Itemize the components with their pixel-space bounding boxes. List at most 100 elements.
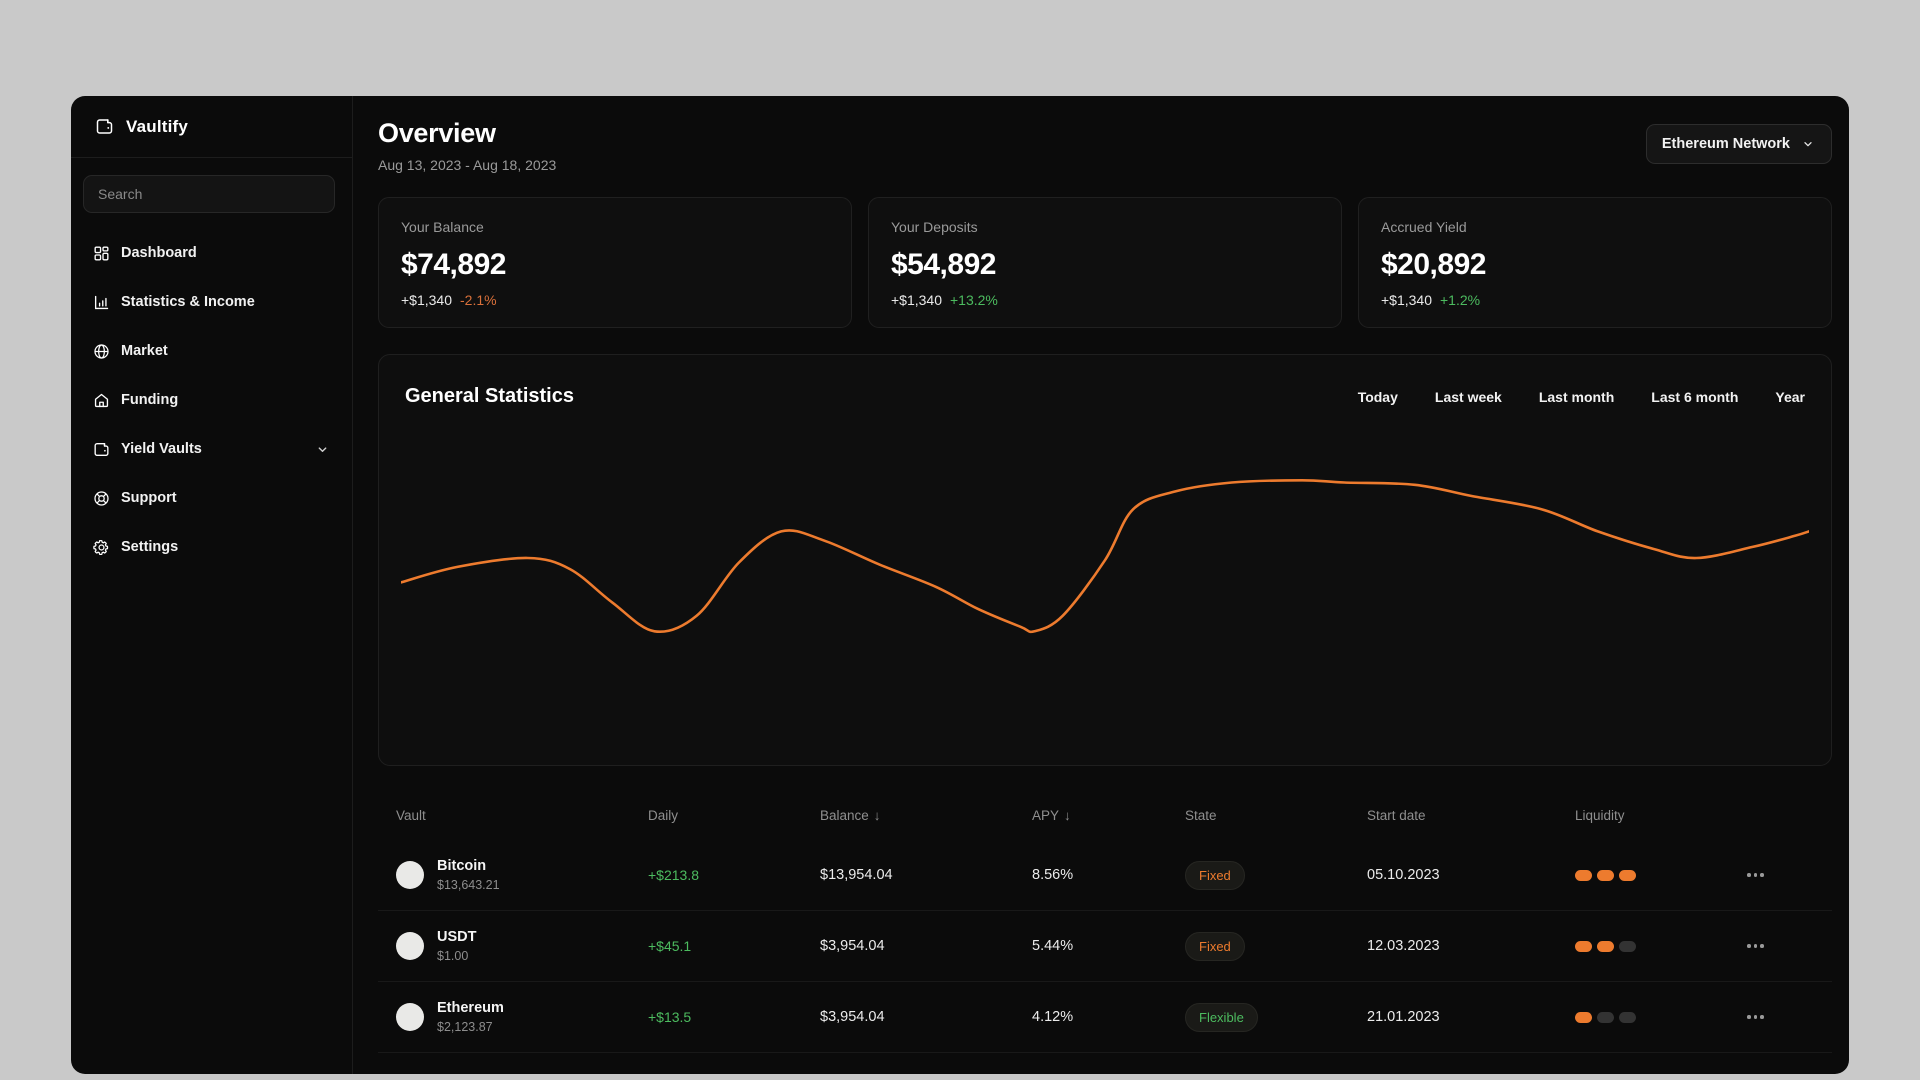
vault-cell: USDT $1.00 bbox=[396, 929, 648, 963]
table-row: Ethereum $2,123.87 +$13.5 $3,954.04 4.12% Fle… bbox=[378, 982, 1832, 1053]
lifebuoy-icon bbox=[92, 489, 111, 508]
column-header-label: Daily bbox=[648, 807, 679, 823]
vault-name: Bitcoin bbox=[437, 857, 487, 874]
time-filter-last-week[interactable]: Last week bbox=[1435, 389, 1502, 405]
app-logo: Vaultify bbox=[71, 96, 352, 157]
state-badge: Fixed bbox=[1185, 931, 1245, 961]
page-title: Overview bbox=[378, 118, 496, 148]
sort-descending-icon: ↓ bbox=[1064, 807, 1071, 823]
menu-dot bbox=[1760, 944, 1764, 948]
sidebar-item-funding[interactable]: Funding bbox=[83, 380, 340, 420]
bar-chart-icon bbox=[92, 293, 111, 312]
daily-change-cell: +$13.5 bbox=[648, 1009, 692, 1025]
row-menu-button[interactable] bbox=[1745, 938, 1814, 954]
sidebar-item-label: Yield Vaults bbox=[121, 441, 202, 457]
globe-icon bbox=[92, 342, 111, 361]
start-date-cell: 05.10.2023 bbox=[1367, 867, 1440, 883]
date-range: Aug 13, 2023 - Aug 18, 2023 bbox=[378, 157, 557, 173]
liquidity-pill bbox=[1619, 869, 1636, 881]
sidebar-item-statistics-income[interactable]: Statistics & Income bbox=[83, 282, 340, 322]
vault-name: USDT bbox=[437, 928, 477, 945]
row-menu-button[interactable] bbox=[1745, 1009, 1814, 1025]
time-filter-today[interactable]: Today bbox=[1358, 389, 1398, 405]
stat-card: Your Deposits $54,892 +$1,340 +13.2% bbox=[868, 197, 1342, 328]
stat-card-value: $74,892 bbox=[401, 248, 506, 281]
search-box bbox=[83, 175, 335, 213]
chart-header: General Statistics Today Last week Last mo… bbox=[405, 385, 1805, 408]
menu-dot bbox=[1753, 1015, 1757, 1019]
stat-card: Accrued Yield $20,892 +$1,340 +1.2% bbox=[1358, 197, 1832, 328]
row-menu-button[interactable] bbox=[1745, 867, 1814, 883]
column-header-apy[interactable]: APY ↓ bbox=[1032, 808, 1185, 823]
menu-dot bbox=[1760, 1015, 1764, 1019]
sidebar-item-label: Funding bbox=[121, 392, 179, 408]
stat-card-delta-absolute: +$1,340 bbox=[401, 292, 452, 308]
coin-avatar bbox=[396, 931, 424, 960]
sidebar-item-support[interactable]: Support bbox=[83, 478, 340, 518]
sidebar-item-label: Support bbox=[121, 490, 177, 506]
vault-name: Ethereum bbox=[437, 999, 504, 1016]
wallet-icon bbox=[92, 440, 111, 459]
balance-cell: $3,954.04 bbox=[820, 938, 885, 954]
chevron-down-icon bbox=[314, 441, 331, 458]
stat-card-delta: +$1,340 +13.2% bbox=[891, 292, 1319, 308]
search-input[interactable] bbox=[83, 175, 335, 213]
time-filter-last-month[interactable]: Last month bbox=[1539, 389, 1614, 405]
chevron-down-icon bbox=[1800, 136, 1816, 152]
sidebar-item-label: Settings bbox=[121, 539, 179, 555]
sidebar-item-settings[interactable]: Settings bbox=[83, 527, 340, 567]
column-header-start-date: Start date bbox=[1367, 808, 1575, 823]
coin-avatar bbox=[396, 860, 424, 889]
wallet-icon bbox=[94, 116, 115, 137]
column-header-balance[interactable]: Balance ↓ bbox=[820, 808, 1032, 823]
vault-price: $1.00 bbox=[437, 949, 469, 964]
liquidity-pill bbox=[1597, 1011, 1614, 1023]
stat-card-delta-percent: +13.2% bbox=[950, 292, 998, 308]
sort-descending-icon: ↓ bbox=[873, 807, 881, 823]
liquidity-indicator bbox=[1575, 869, 1745, 881]
stat-card-value: $54,892 bbox=[891, 248, 996, 281]
state-cell: Fixed bbox=[1185, 931, 1367, 961]
state-badge: Flexible bbox=[1185, 1002, 1258, 1032]
liquidity-pill bbox=[1575, 869, 1592, 881]
sidebar-item-yield-vaults[interactable]: Yield Vaults bbox=[83, 429, 340, 469]
stat-card-delta-absolute: +$1,340 bbox=[891, 292, 942, 308]
start-date-cell: 21.01.2023 bbox=[1367, 1009, 1440, 1025]
sidebar-item-dashboard[interactable]: Dashboard bbox=[83, 233, 340, 273]
apy-cell: 8.56% bbox=[1032, 867, 1074, 883]
chart-title: General Statistics bbox=[405, 385, 574, 407]
sidebar-nav: Dashboard Statistics & Income Market Fundin… bbox=[71, 233, 352, 567]
main-header: Overview Aug 13, 2023 - Aug 18, 2023 Eth… bbox=[378, 118, 1832, 173]
menu-dot bbox=[1753, 944, 1757, 948]
state-cell: Flexible bbox=[1185, 1002, 1367, 1032]
main-content: Overview Aug 13, 2023 - Aug 18, 2023 Eth… bbox=[353, 96, 1849, 1074]
menu-dot bbox=[1747, 944, 1751, 948]
column-header-label: Vault bbox=[396, 807, 426, 823]
table-body: Bitcoin $13,643.21 +$213.8 $13,954.04 8.56% F… bbox=[378, 840, 1832, 1053]
vault-cell: Bitcoin $13,643.21 bbox=[396, 858, 648, 892]
column-header-label: Balance bbox=[820, 807, 869, 823]
table-row: Bitcoin $13,643.21 +$213.8 $13,954.04 8.56% F… bbox=[378, 840, 1832, 911]
stat-card-delta-percent: +1.2% bbox=[1440, 292, 1481, 308]
sidebar-item-market[interactable]: Market bbox=[83, 331, 340, 371]
stat-card-label: Your Balance bbox=[401, 219, 484, 235]
vault-price: $2,123.87 bbox=[437, 1020, 493, 1035]
liquidity-pill bbox=[1619, 1011, 1636, 1023]
stat-card-label: Your Deposits bbox=[891, 219, 978, 235]
column-header-liquidity: Liquidity bbox=[1575, 808, 1745, 823]
sidebar-divider bbox=[71, 157, 352, 158]
time-filter-last-6-month[interactable]: Last 6 month bbox=[1651, 389, 1738, 405]
line-chart bbox=[401, 478, 1809, 634]
daily-change-cell: +$213.8 bbox=[648, 867, 699, 883]
time-filter-year[interactable]: Year bbox=[1775, 389, 1805, 405]
network-selector-label: Ethereum Network bbox=[1661, 136, 1790, 152]
apy-cell: 4.12% bbox=[1032, 1009, 1074, 1025]
stat-card-delta-absolute: +$1,340 bbox=[1381, 292, 1432, 308]
vaults-table: Vault Daily Balance ↓ APY ↓ State Start date Liq… bbox=[378, 800, 1832, 1053]
table-row: USDT $1.00 +$45.1 $3,954.04 5.44% Fixed 12.03.… bbox=[378, 911, 1832, 982]
stat-card: Your Balance $74,892 +$1,340 -2.1% bbox=[378, 197, 852, 328]
network-selector[interactable]: Ethereum Network bbox=[1645, 124, 1832, 164]
chart-line-series bbox=[401, 478, 1809, 634]
column-header-label: Start date bbox=[1367, 807, 1426, 823]
state-badge: Fixed bbox=[1185, 860, 1245, 890]
